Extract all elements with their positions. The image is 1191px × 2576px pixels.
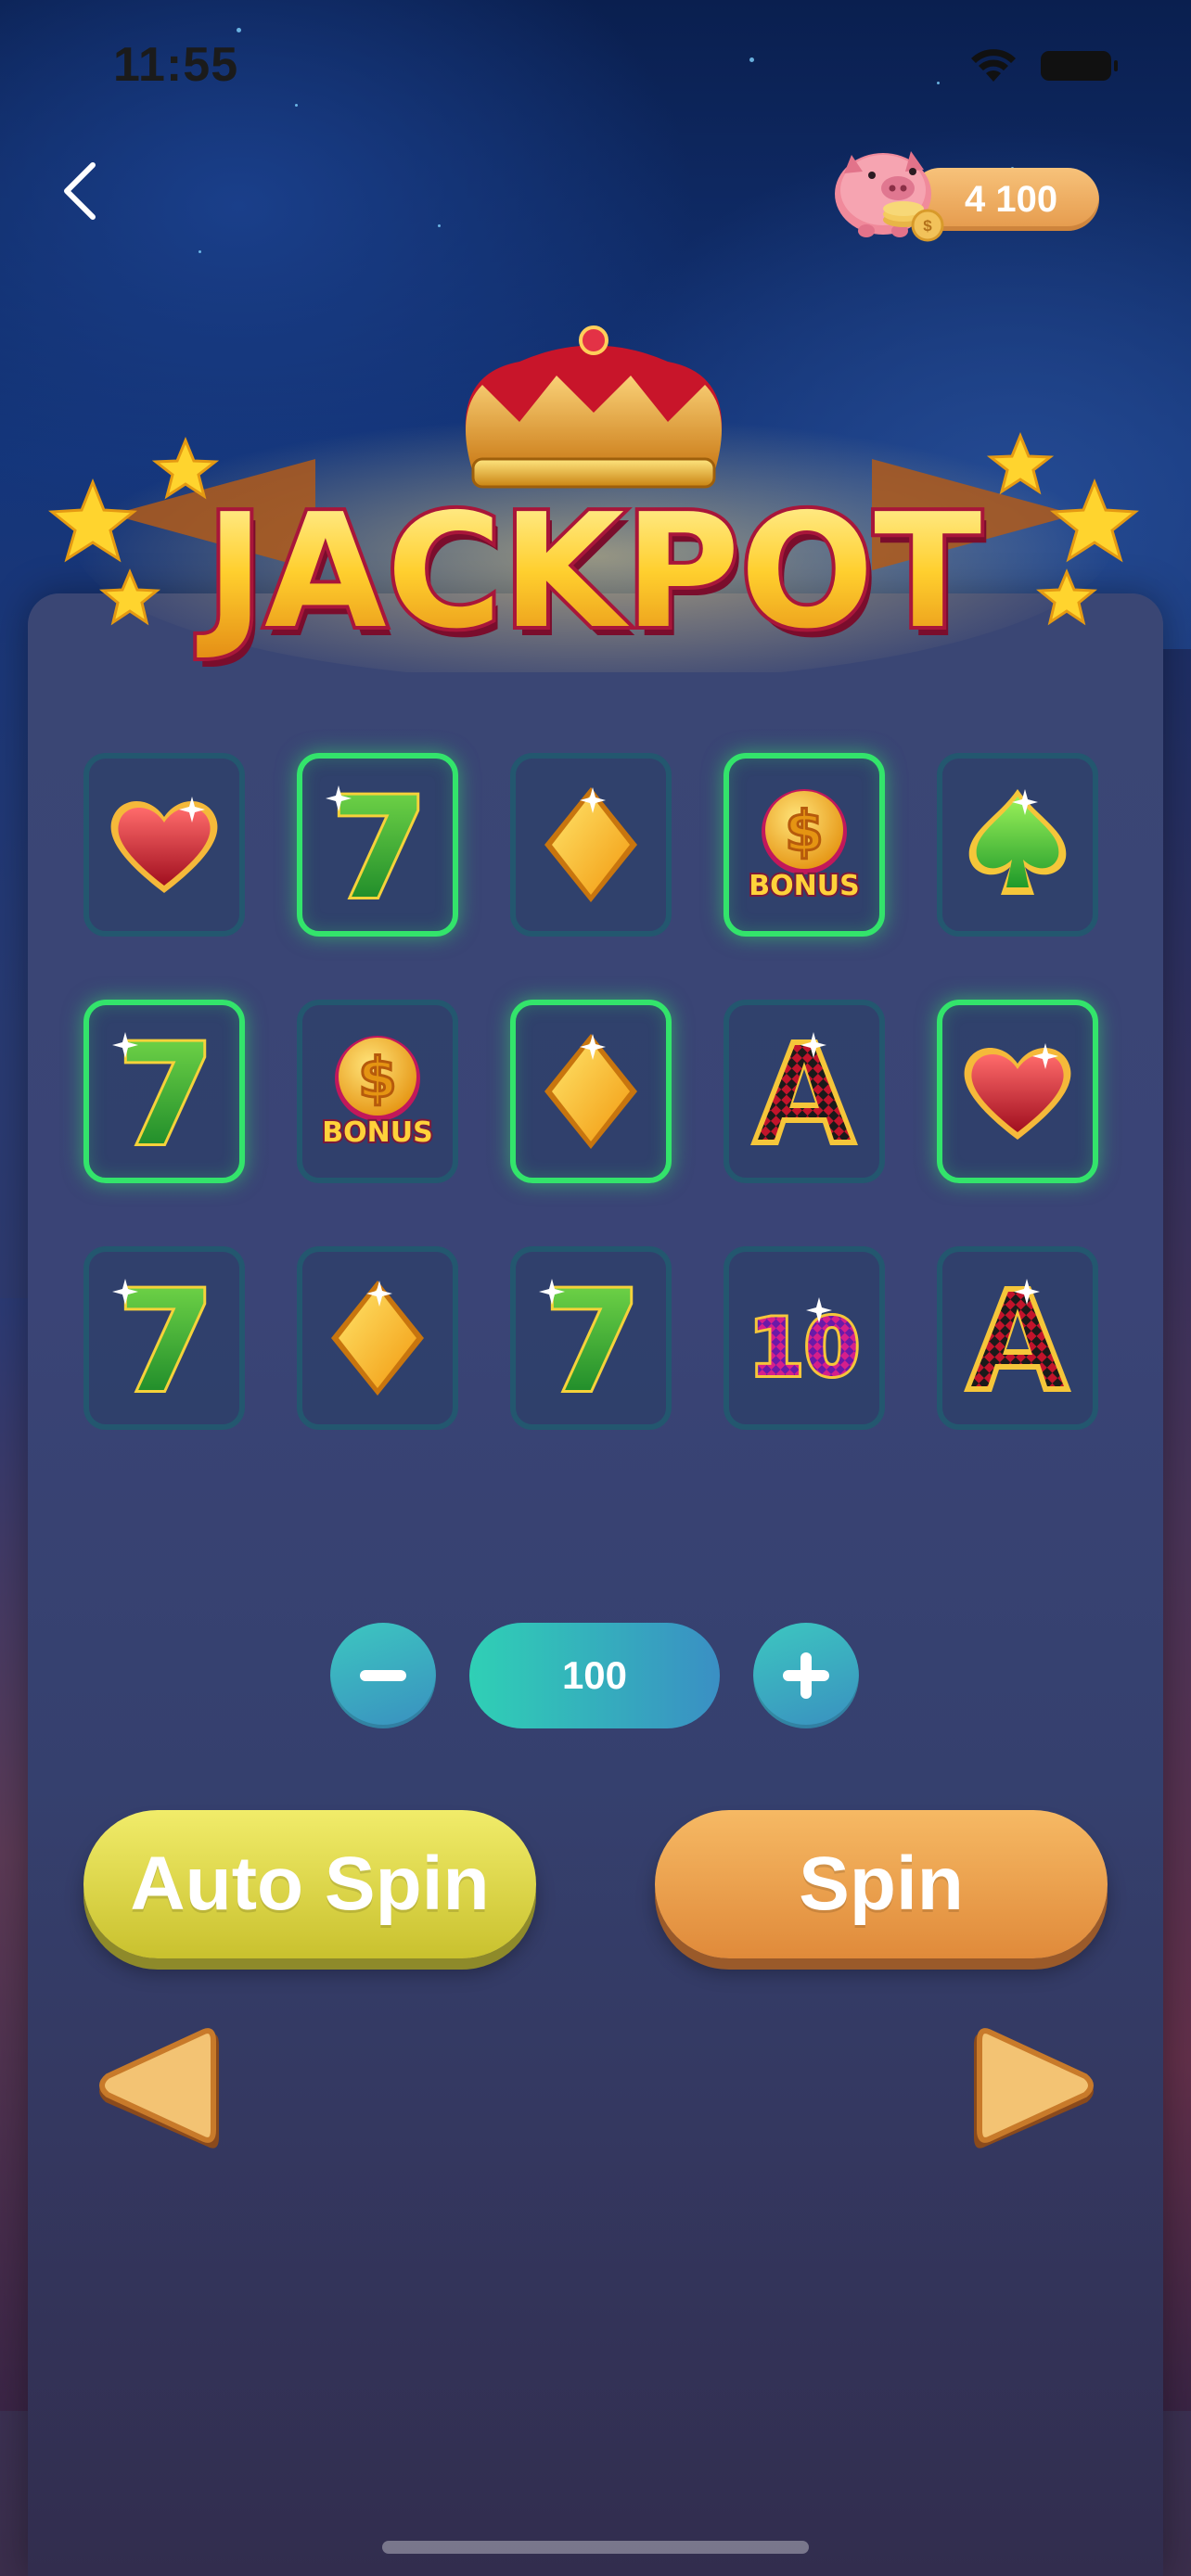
coin-icon: $ [883,201,944,242]
reel-cell [937,1000,1098,1183]
svg-text:10: 10 [749,1302,860,1395]
reel-grid: 7 $ BONUS 7 $ BONUS 7 7 10 [83,753,1109,1439]
jackpot-logo: JACKPOT JACKPOT [48,325,1139,672]
reel-cell [510,1000,672,1183]
reel-cell [297,1246,458,1430]
crown-icon [465,325,723,489]
wifi-icon [971,49,1016,82]
reel-cell: 10 [724,1246,885,1430]
svg-text:$: $ [785,799,824,864]
reel-cell [937,1246,1098,1430]
ace-symbol-icon [750,1032,858,1145]
reel-cell [724,1000,885,1183]
reel-cell [937,753,1098,937]
bet-increase-button[interactable] [753,1623,859,1728]
seven-symbol-icon: 7 [112,1273,217,1403]
spade-symbol-icon [968,789,1067,895]
reel-cell [83,753,245,937]
arrow-left-icon[interactable] [89,2017,228,2165]
back-chevron-icon[interactable] [52,158,117,223]
status-icons [968,48,1118,83]
svg-text:BONUS: BONUS [322,1116,432,1149]
diamond-symbol-icon [544,787,637,902]
reel-cell: $ BONUS [724,753,885,937]
ace-symbol-icon [964,1279,1071,1392]
reel-cell: $ BONUS [297,1000,458,1183]
diamond-symbol-icon [331,1281,424,1396]
svg-text:BONUS: BONUS [749,870,859,902]
ten-symbol-icon: 10 [746,1297,863,1397]
sky-star [198,250,201,253]
minus-icon [360,1670,406,1681]
seven-symbol-icon: 7 [112,1027,217,1156]
sky-star [438,224,441,227]
jackpot-text: JACKPOT [197,480,981,664]
coin-balance: 4 100 $ [826,134,1108,246]
plus-icon [783,1652,829,1699]
reel-cell: 7 [510,1246,672,1430]
svg-text:$: $ [923,217,932,235]
arrow-right-icon[interactable] [965,2017,1104,2165]
reel-cell [510,753,672,937]
reel-cell: 7 [297,753,458,937]
piggy-bank-icon: $ [835,151,944,242]
heart-symbol-icon [110,797,218,893]
battery-icon [1041,51,1118,81]
reel-cell: 7 [83,1000,245,1183]
bonus-symbol-icon: $ BONUS [320,1036,435,1151]
svg-text:$: $ [358,1046,397,1111]
reel-cell: 7 [83,1246,245,1430]
home-indicator [382,2541,809,2554]
seven-symbol-icon: 7 [326,780,430,910]
diamond-symbol-icon [544,1034,637,1149]
bet-decrease-button[interactable] [330,1623,436,1728]
bonus-symbol-icon: $ BONUS [747,789,862,904]
seven-symbol-icon: 7 [539,1273,644,1403]
bet-value: 100 [469,1623,720,1728]
sky-star [237,28,241,32]
status-time: 11:55 [113,38,239,92]
sky-star [295,104,298,107]
sky-star [937,82,940,84]
coin-balance-value: 4 100 [965,179,1058,220]
auto-spin-button[interactable]: Auto Spin [83,1810,536,1958]
sky-star [749,57,754,62]
spin-button[interactable]: Spin [655,1810,1108,1958]
heart-symbol-icon [964,1043,1071,1140]
